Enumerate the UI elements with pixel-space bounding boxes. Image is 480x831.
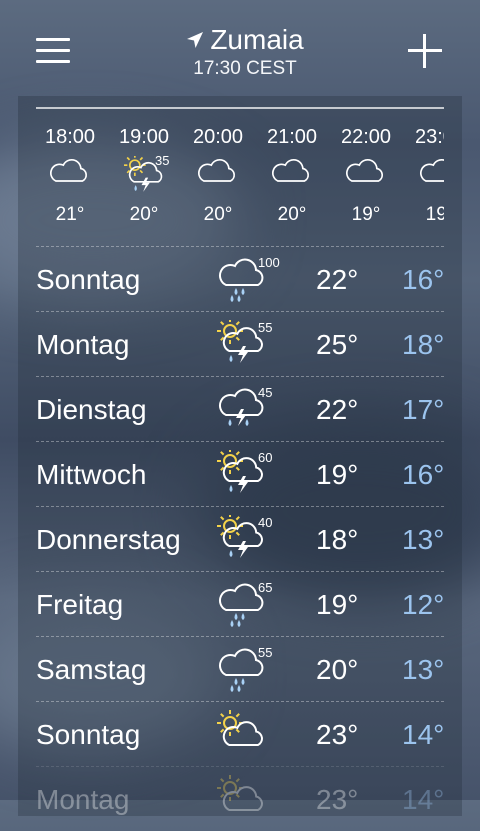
- add-location-button[interactable]: [406, 32, 444, 70]
- day-name: Mittwoch: [36, 459, 147, 490]
- min-temp: 14°: [402, 719, 445, 750]
- day-row[interactable]: Samstag 55 20° 13°: [36, 636, 444, 701]
- precip-percent: 45: [258, 385, 273, 400]
- cloud-icon: [198, 158, 235, 182]
- max-temp: 25°: [316, 329, 359, 360]
- hourly-temp: 20°: [129, 204, 159, 225]
- precip-percent: 100: [258, 255, 280, 270]
- sun-cloud-icon: [217, 775, 263, 811]
- day-row[interactable]: Montag 55 25° 18°: [36, 311, 444, 376]
- day-name: Montag: [36, 784, 130, 815]
- cloud-icon: [272, 158, 309, 182]
- min-temp: 12°: [402, 589, 445, 620]
- day-row[interactable]: Sonntag 100 22° 16°: [36, 246, 444, 311]
- hourly-item: 18:00 21°: [36, 120, 107, 228]
- max-temp: 23°: [316, 719, 359, 750]
- hourly-temp: 20°: [203, 204, 233, 225]
- hourly-time: 18:00: [44, 126, 96, 148]
- day-name: Montag: [36, 329, 130, 360]
- divider: [36, 107, 444, 109]
- hourly-temp: 19°: [351, 204, 381, 225]
- max-temp: 19°: [316, 459, 359, 490]
- location-name: Zumaia: [210, 24, 304, 55]
- day-name: Donnerstag: [36, 524, 181, 555]
- hourly-time: 22:00: [340, 126, 392, 148]
- day-row[interactable]: Mittwoch 60 19° 16°: [36, 441, 444, 506]
- cloud-icon: [420, 158, 444, 182]
- hourly-forecast[interactable]: 18:00 21° 19:00 35 20° 20:00 20° 21:00 20° 2…: [36, 120, 444, 240]
- precip-percent: 55: [258, 645, 273, 660]
- day-icon-wrap: [216, 775, 266, 823]
- daily-forecast[interactable]: Sonntag 100 22° 16° Montag 55 25° 18° Dien…: [36, 246, 444, 831]
- day-row[interactable]: Freitag 65 19° 12°: [36, 571, 444, 636]
- day-row[interactable]: Sonntag 23° 14°: [36, 701, 444, 766]
- hourly-icon-wrap: 35: [107, 153, 181, 202]
- sun-cloud-icon: [217, 710, 263, 746]
- hourly-icon-wrap: [403, 156, 444, 202]
- hourly-icon-wrap: [36, 156, 107, 202]
- location-arrow-icon: [187, 32, 204, 48]
- min-temp: 18°: [402, 329, 445, 360]
- max-temp: 18°: [316, 524, 359, 555]
- hourly-item: 23:00 19°: [403, 120, 444, 228]
- hourly-icon-wrap: [181, 156, 255, 202]
- precip-percent: 55: [258, 320, 273, 335]
- day-name: Sonntag: [36, 719, 141, 750]
- max-temp: 19°: [316, 589, 359, 620]
- day-name: Sonntag: [36, 264, 141, 295]
- min-temp: 14°: [402, 784, 445, 815]
- hourly-time: 19:00: [118, 126, 170, 148]
- precip-percent: 40: [258, 515, 273, 530]
- max-temp: 23°: [316, 784, 359, 815]
- max-temp: 22°: [316, 264, 359, 295]
- max-temp: 20°: [316, 654, 359, 685]
- hourly-temp: 19°: [425, 204, 444, 225]
- hourly-temp: 20°: [277, 204, 307, 225]
- min-temp: 13°: [402, 524, 445, 555]
- min-temp: 16°: [402, 459, 445, 490]
- hourly-item: 21:00 20°: [255, 120, 329, 228]
- day-icon-wrap: [216, 710, 266, 758]
- menu-button[interactable]: [36, 38, 70, 64]
- hourly-icon-wrap: [329, 156, 403, 202]
- hourly-item: 19:00 35 20°: [107, 120, 181, 228]
- day-row[interactable]: Dienstag 45 22° 17°: [36, 376, 444, 441]
- max-temp: 22°: [316, 394, 359, 425]
- hourly-item: 22:00 19°: [329, 120, 403, 228]
- min-temp: 17°: [402, 394, 445, 425]
- hourly-item: 20:00 20°: [181, 120, 255, 228]
- min-temp: 13°: [402, 654, 445, 685]
- precip-percent: 65: [258, 580, 273, 595]
- cloud-icon: [346, 158, 383, 182]
- min-temp: 16°: [402, 264, 445, 295]
- day-name: Samstag: [36, 654, 147, 685]
- hourly-time: 20:00: [192, 126, 244, 148]
- location-time: 17:30 CEST: [193, 58, 297, 79]
- cloud-icon: [50, 158, 87, 182]
- day-row[interactable]: Montag 23° 14°: [36, 766, 444, 831]
- location-header[interactable]: Zumaia 17:30 CEST: [150, 24, 340, 81]
- day-name: Freitag: [36, 589, 124, 620]
- precip-percent: 60: [258, 450, 273, 465]
- precip-percent: 35: [155, 153, 170, 168]
- hourly-time: 21:00: [266, 126, 318, 148]
- hourly-time: 23:00: [414, 126, 444, 148]
- day-row[interactable]: Donnerstag 40 18° 13°: [36, 506, 444, 571]
- hourly-icon-wrap: [255, 156, 329, 202]
- hourly-temp: 21°: [55, 204, 85, 225]
- day-name: Dienstag: [36, 394, 147, 425]
